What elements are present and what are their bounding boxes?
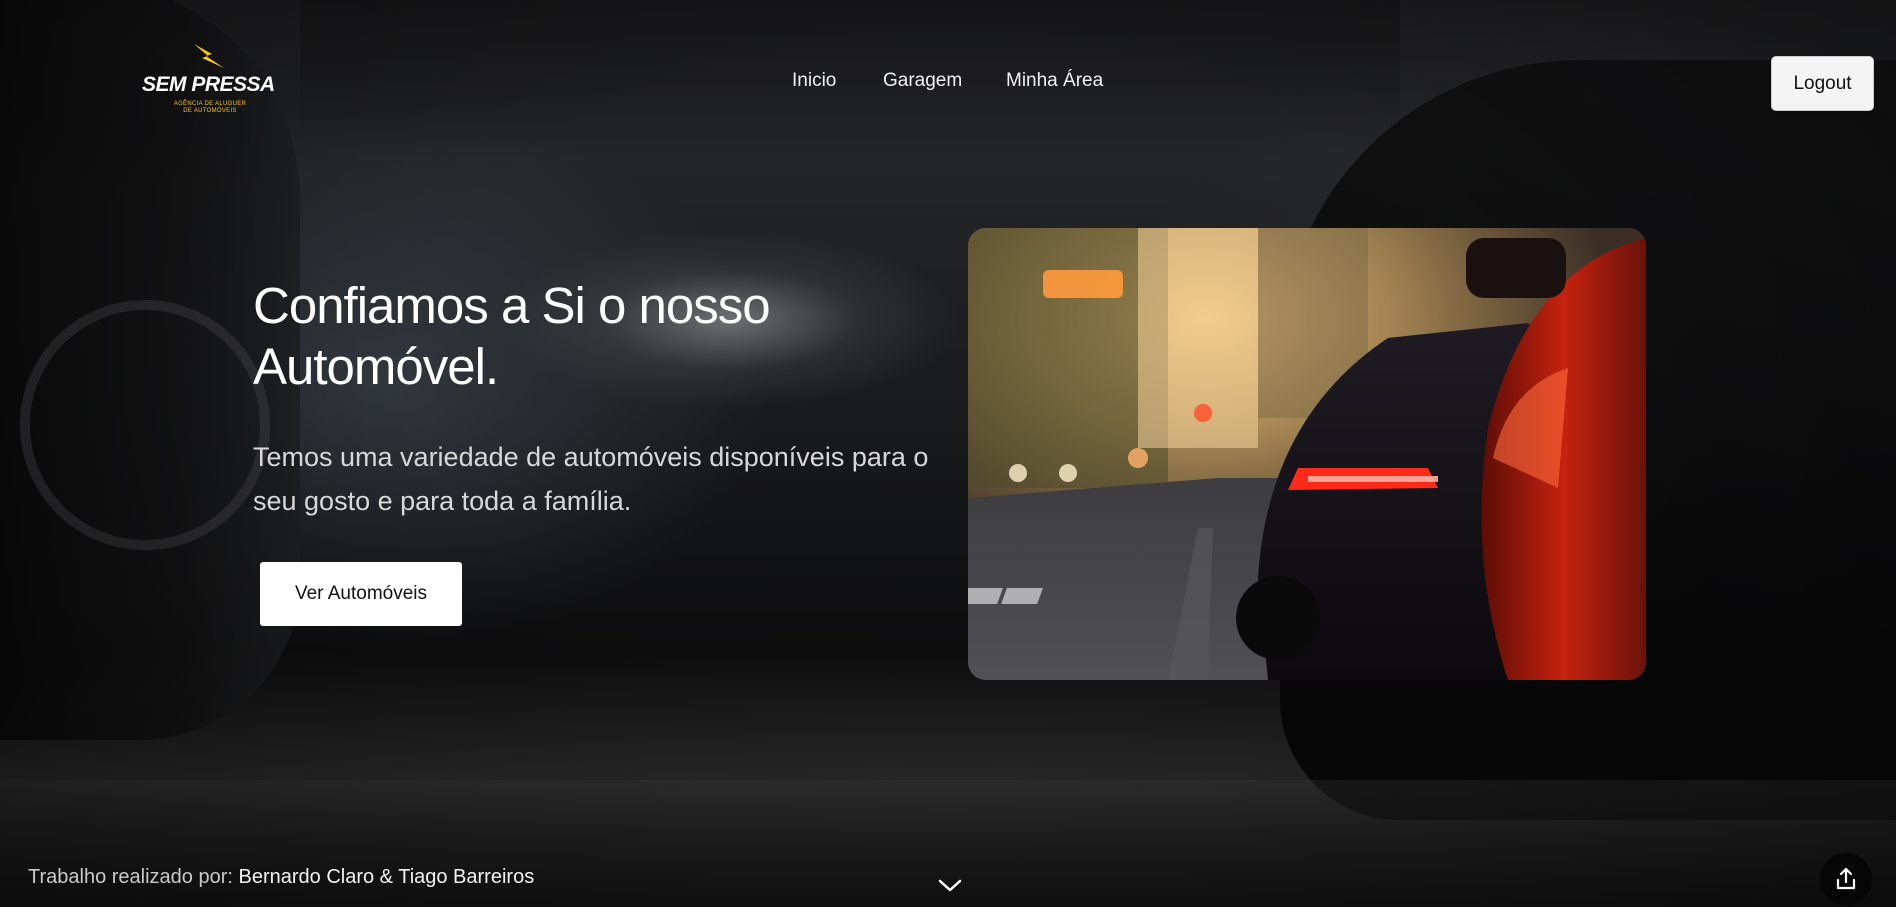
hero-subtitle: Temos uma variedade de automóveis dispon… [253,442,929,516]
hero-title: Confiamos a Si o nosso Automóvel. [253,277,771,395]
credits-prefix: Trabalho realizado por: [28,866,233,888]
logo-tagline: AGÊNCIA DE ALUGUER DE AUTOMÓVEIS [173,101,247,114]
main-nav: Inicio Garagem Minha Área [0,70,1896,100]
share-icon [1836,867,1856,890]
share-button[interactable] [1820,853,1872,905]
credits: Trabalho realizado por: Bernardo Claro &… [28,866,534,889]
lightning-bolt-icon [194,44,224,68]
logout-button[interactable]: Logout [1771,56,1874,111]
hero-car-image [968,228,1646,680]
car-photo-illustration [968,228,1646,680]
nav-item-inicio[interactable]: Inicio [792,70,836,92]
nav-item-garagem[interactable]: Garagem [883,70,962,92]
chevron-down-icon[interactable] [935,874,965,896]
nav-item-minha-area[interactable]: Minha Área [1006,70,1103,92]
view-cars-button[interactable]: Ver Automóveis [260,562,462,626]
credits-names: Bernardo Claro & Tiago Barreiros [238,866,535,888]
